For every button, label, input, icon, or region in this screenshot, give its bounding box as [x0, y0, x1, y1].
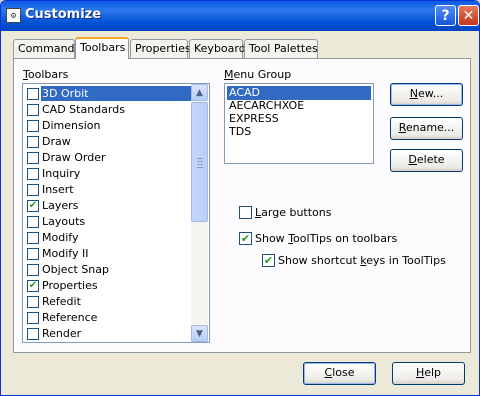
new-button[interactable]: New... [390, 83, 463, 106]
toolbar-item-checkbox[interactable] [27, 104, 39, 116]
toolbar-item-checkbox[interactable] [27, 152, 39, 164]
toolbar-item-label: Insert [42, 183, 74, 196]
toolbars-list[interactable]: 3D Orbit CAD Standards Dimension Draw Draw O… [22, 83, 210, 343]
toolbar-item-checkbox[interactable] [27, 328, 39, 340]
help-title-button[interactable]: ? [435, 5, 456, 26]
toolbar-item-checkbox[interactable] [27, 136, 39, 148]
toolbar-item-label: Layouts [42, 215, 86, 228]
toolbar-item-label: Refedit [42, 295, 81, 308]
tab-properties[interactable]: Properties [130, 39, 191, 58]
toolbar-list-item[interactable]: Modify II [25, 246, 193, 262]
toolbar-item-label: Modify [42, 231, 79, 244]
toolbar-item-label: CAD Standards [42, 103, 125, 116]
toolbar-list-item[interactable]: Modify [25, 230, 193, 246]
show-tooltips-check[interactable]: ✔ [239, 232, 252, 245]
toolbar-list-item[interactable]: Refedit [25, 294, 193, 310]
app-icon: ⚙ [6, 8, 21, 23]
help-button[interactable]: Help [392, 362, 465, 385]
toolbar-item-checkbox[interactable] [27, 264, 39, 276]
large-buttons-checkbox[interactable]: Large buttons [239, 206, 359, 220]
toolbar-list-item[interactable]: Layouts [25, 214, 193, 230]
dialog-title: Customize [25, 7, 102, 22]
menu-group-label: Menu Group [224, 68, 292, 81]
toolbar-item-checkbox[interactable] [27, 168, 39, 180]
toolbars-scrollbar[interactable]: ▲ ▼ [191, 84, 208, 342]
toolbar-item-label: Inquiry [42, 167, 81, 180]
toolbar-item-label: Draw [42, 135, 71, 148]
toolbar-list-item[interactable]: Insert [25, 182, 193, 198]
toolbar-item-checkbox[interactable] [27, 296, 39, 308]
toolbar-item-checkbox[interactable] [27, 312, 39, 324]
close-button[interactable]: Close [303, 362, 376, 385]
toolbar-list-item[interactable]: Dimension [25, 118, 193, 134]
tab-keyboard[interactable]: Keyboard [189, 39, 246, 58]
tab-tool-palettes[interactable]: Tool Palettes [244, 39, 318, 58]
show-shortcut-keys-check[interactable]: ✔ [262, 254, 275, 267]
toolbar-item-label: Reference [42, 311, 98, 324]
toolbar-item-label: Layers [42, 199, 79, 212]
toolbar-list-item[interactable]: ✔ Properties [25, 278, 193, 294]
toolbar-list-item[interactable]: CAD Standards [25, 102, 193, 118]
menu-group-list[interactable]: ACAD AECARCHXOE EXPRESS TDS [224, 83, 374, 164]
close-title-button[interactable]: ✕ [458, 5, 479, 26]
toolbar-item-label: Render [42, 327, 82, 340]
title-bar[interactable]: ⚙ Customize ? ✕ [1, 1, 479, 31]
toolbar-item-label: Dimension [42, 119, 101, 132]
toolbar-item-checkbox[interactable] [27, 120, 39, 132]
large-buttons-check[interactable] [239, 206, 252, 219]
menu-group-item[interactable]: EXPRESS [227, 112, 281, 126]
toolbars-list-label: Toolbars [23, 68, 69, 81]
toolbar-item-label: Properties [42, 279, 98, 292]
toolbar-list-item[interactable]: Reference [25, 310, 193, 326]
tab-commands[interactable]: Commands [13, 39, 80, 58]
delete-button[interactable]: Delete [390, 149, 463, 172]
menu-group-item[interactable]: ACAD [227, 86, 371, 100]
toolbar-item-label: Modify II [42, 247, 89, 260]
toolbar-list-item[interactable]: 3D Orbit [25, 86, 193, 102]
toolbar-list-item[interactable]: Inquiry [25, 166, 193, 182]
rename-button[interactable]: Rename... [390, 117, 463, 140]
scroll-down-icon[interactable]: ▼ [191, 325, 208, 342]
scroll-thumb[interactable] [191, 102, 208, 222]
toolbar-list-item[interactable]: Draw [25, 134, 193, 150]
toolbar-item-checkbox[interactable] [27, 248, 39, 260]
toolbar-item-label: Draw Order [42, 151, 106, 164]
toolbar-list-item[interactable]: Draw Order [25, 150, 193, 166]
menu-group-item[interactable]: AECARCHXOE [227, 99, 306, 113]
customize-dialog: ⚙ Customize ? ✕ Commands Toolbars Proper… [0, 0, 480, 396]
show-tooltips-checkbox[interactable]: ✔ Show ToolTips on toolbars [239, 232, 399, 246]
toolbar-item-label: 3D Orbit [41, 86, 191, 101]
toolbar-item-label: Object Snap [42, 263, 109, 276]
toolbar-list-item[interactable]: ✔ Layers [25, 198, 193, 214]
tab-toolbars[interactable]: Toolbars [75, 37, 129, 59]
large-buttons-label: Large buttons [255, 206, 332, 219]
toolbar-list-item[interactable]: Render [25, 326, 193, 342]
show-tooltips-label: Show ToolTips on toolbars [255, 232, 398, 245]
toolbar-item-checkbox[interactable]: ✔ [27, 200, 39, 212]
toolbar-item-checkbox[interactable]: ✔ [27, 280, 39, 292]
toolbar-item-checkbox[interactable] [27, 232, 39, 244]
toolbar-item-checkbox[interactable] [27, 184, 39, 196]
toolbar-item-checkbox[interactable] [27, 88, 39, 100]
toolbar-item-checkbox[interactable] [27, 216, 39, 228]
toolbar-list-item[interactable]: Object Snap [25, 262, 193, 278]
show-shortcut-keys-checkbox[interactable]: ✔ Show shortcut keys in ToolTips [262, 254, 446, 268]
scroll-up-icon[interactable]: ▲ [191, 84, 208, 101]
menu-group-item[interactable]: TDS [227, 125, 253, 139]
show-shortcut-keys-label: Show shortcut keys in ToolTips [278, 254, 446, 267]
